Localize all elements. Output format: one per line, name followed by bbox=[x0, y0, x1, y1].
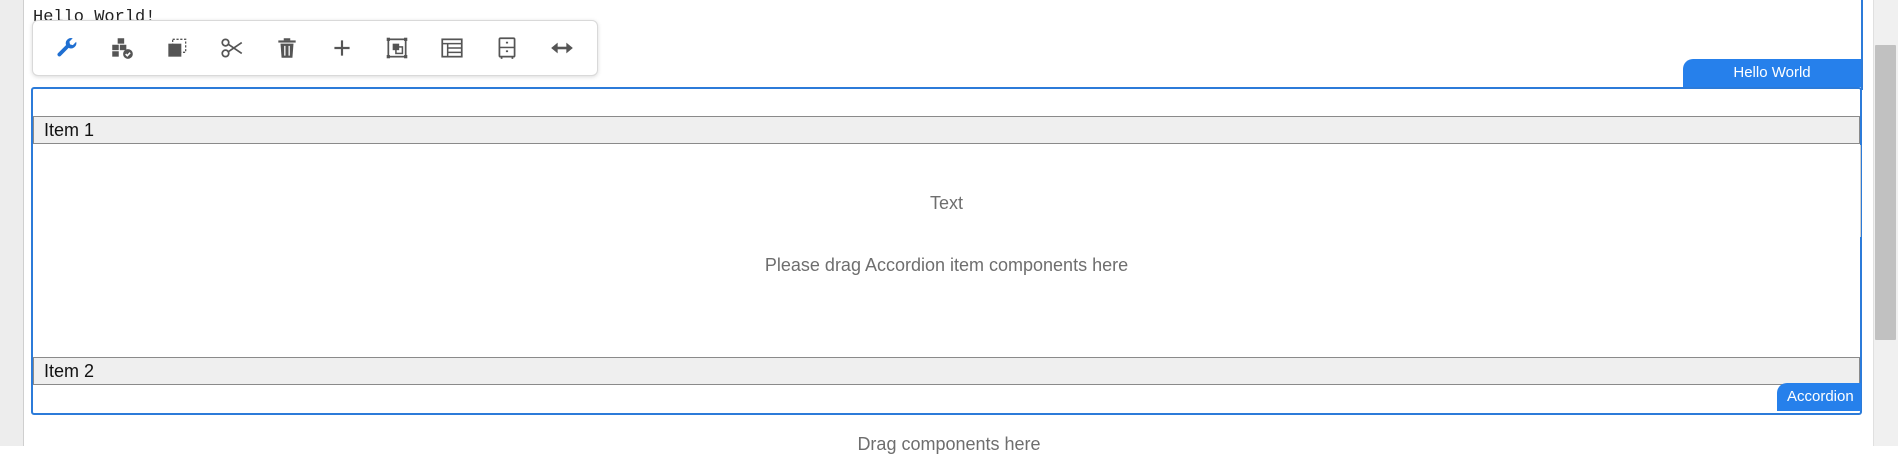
group-button[interactable] bbox=[377, 27, 418, 69]
left-gutter bbox=[0, 0, 24, 446]
group-icon bbox=[386, 37, 408, 59]
delete-button[interactable] bbox=[267, 27, 308, 69]
copy-button[interactable] bbox=[157, 27, 198, 69]
panel-select-icon bbox=[498, 37, 516, 59]
plus-icon bbox=[334, 40, 350, 56]
delete-icon bbox=[278, 38, 296, 58]
accordion-item-header[interactable]: Item 1 bbox=[33, 116, 1860, 144]
layout-icon bbox=[441, 38, 463, 58]
insert-button[interactable] bbox=[322, 27, 363, 69]
accordion-item-header[interactable]: Item 2 bbox=[33, 357, 1860, 385]
hello-component-frame bbox=[1861, 0, 1863, 90]
text-component-placeholder[interactable]: Text bbox=[33, 193, 1860, 214]
accordion-badge[interactable]: Accordion bbox=[1777, 383, 1861, 411]
configure-button[interactable] bbox=[47, 27, 88, 69]
panel-select-button[interactable] bbox=[487, 27, 528, 69]
component-toolbar bbox=[32, 20, 598, 76]
page-drop-zone[interactable]: Drag components here bbox=[24, 434, 1874, 455]
cut-icon bbox=[221, 38, 243, 58]
copy-icon bbox=[168, 38, 187, 57]
policy-button[interactable] bbox=[102, 27, 143, 69]
divider bbox=[1860, 145, 1861, 237]
resize-horizontal-icon bbox=[551, 42, 574, 54]
scrollbar-thumb[interactable] bbox=[1875, 45, 1896, 340]
accordion-drop-zone[interactable]: Please drag Accordion item components he… bbox=[33, 255, 1860, 276]
cut-button[interactable] bbox=[212, 27, 253, 69]
hello-world-component-badge[interactable]: Hello World Component bbox=[1683, 59, 1861, 109]
layout-button[interactable] bbox=[432, 27, 473, 69]
gutter-divider bbox=[23, 0, 24, 446]
policy-icon bbox=[112, 38, 134, 59]
resize-button[interactable] bbox=[542, 27, 583, 69]
wrench-icon bbox=[57, 38, 77, 57]
